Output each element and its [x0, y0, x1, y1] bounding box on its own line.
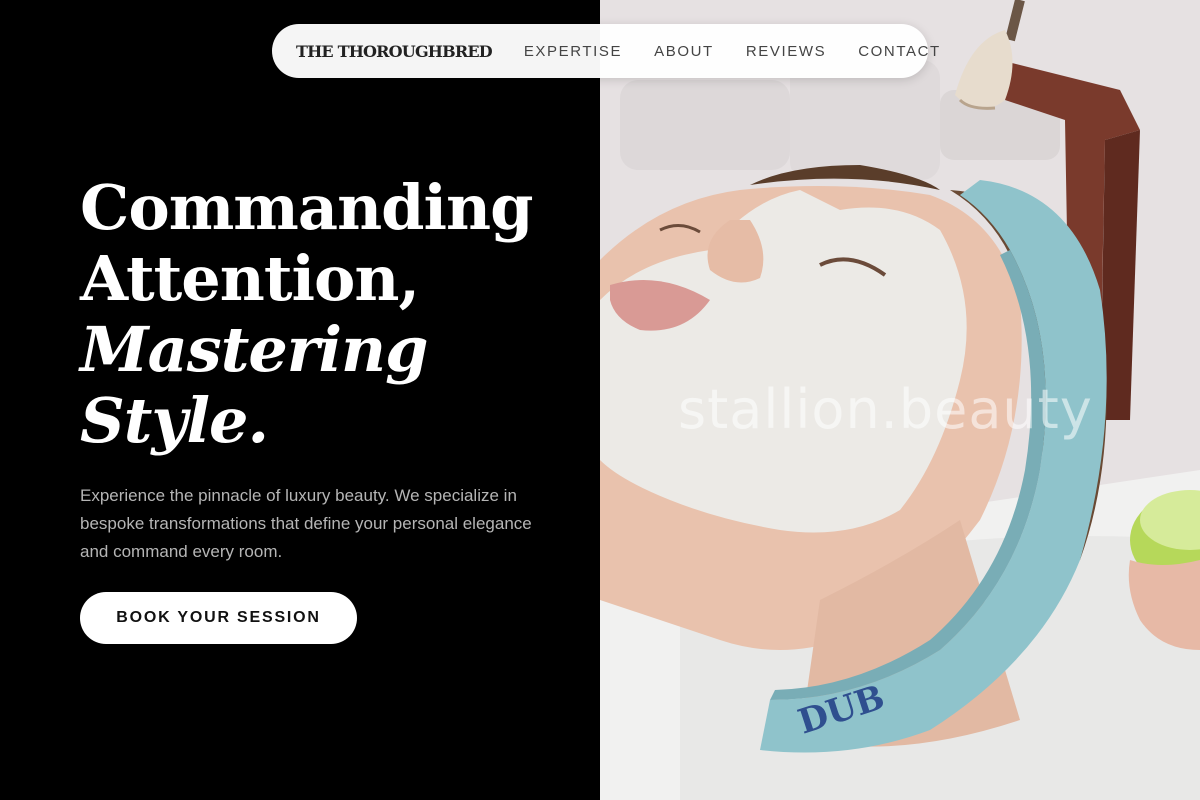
brand-logo[interactable]: THE THOROUGHBRED	[296, 42, 493, 61]
headline-line-3: Mastering	[80, 313, 428, 386]
nav-link-contact[interactable]: CONTACT	[858, 43, 941, 60]
headline-line-4: Style.	[80, 384, 269, 457]
watermark: stallion.beauty	[678, 378, 1093, 441]
nav-link-about[interactable]: ABOUT	[654, 43, 714, 60]
hero-headline: Commanding Attention, Mastering Style.	[80, 172, 580, 456]
hero-left-panel: Commanding Attention, Mastering Style. E…	[0, 0, 600, 800]
headline-line-2: Attention,	[80, 242, 420, 315]
book-session-button[interactable]: BOOK YOUR SESSION	[80, 592, 357, 644]
hero-subtitle: Experience the pinnacle of luxury beauty…	[80, 486, 532, 561]
top-nav: THE THOROUGHBRED EXPERTISE ABOUT REVIEWS…	[272, 24, 939, 78]
nav-link-expertise[interactable]: EXPERTISE	[524, 43, 622, 60]
nav-link-reviews[interactable]: REVIEWS	[746, 43, 826, 60]
headline-line-1: Commanding	[80, 171, 534, 244]
